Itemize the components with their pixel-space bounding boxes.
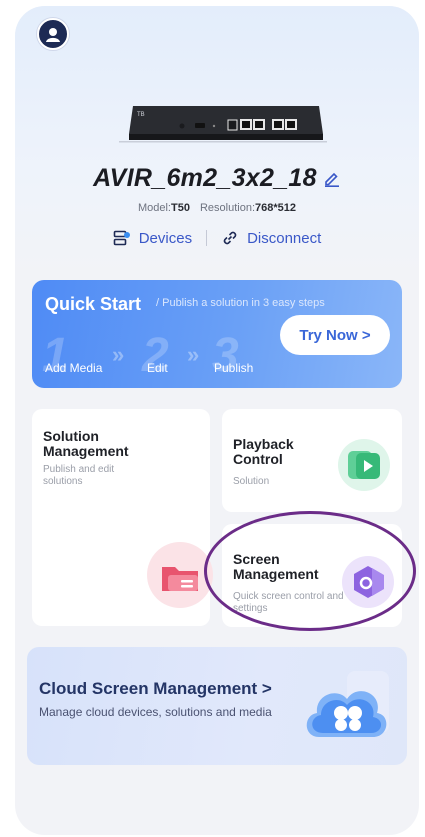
avatar[interactable] [37,18,69,50]
device-meta: Model:T50 Resolution:768*512 [15,202,419,214]
quick-start-title: Quick Start [45,294,142,314]
step-label: Add Media [45,361,103,375]
cloud-icon [306,671,389,737]
solution-management-card[interactable]: Solution Management Publish and edit sol… [32,409,213,626]
app-screen: TB AVIR_6m2_3x2_18 Model:T50 Resolution:7… [15,6,419,835]
folder-icon [147,542,213,608]
resolution-label: Resolution: [199,202,256,214]
card-title: Solution Management [43,428,129,459]
device-name: AVIR_6m2_3x2_18 [93,164,317,192]
play-icon [338,439,390,491]
card-subtitle: Quick screen control and settings [233,591,344,614]
link-icon [223,231,237,245]
actions-divider [206,230,208,246]
devices-label: Devices [138,229,193,247]
step-arrow-icon: » [187,342,200,367]
device-name-row: AVIR_6m2_3x2_18 [15,164,419,194]
card-title: Screen Management [233,551,319,582]
card-title: Playback Control [233,436,294,467]
card-subtitle: Publish and edit solutions [43,464,115,487]
disconnect-label: Disconnect [247,229,322,247]
device-actions: Devices Disconnect [15,229,419,247]
user-icon [46,28,60,42]
step-label: Publish [214,361,254,375]
model-label: Model: [137,202,171,214]
screen-management-card[interactable]: Screen Management Quick screen control a… [222,524,402,627]
quick-start-banner[interactable]: Quick Start / Publish a solution in 3 ea… [32,280,402,388]
cloud-title: Cloud Screen Management > [39,679,272,698]
cloud-subtitle: Manage cloud devices, solutions and medi… [39,705,272,719]
card-subtitle: Solution [233,476,270,487]
cloud-screen-management-card[interactable]: Cloud Screen Management > Manage cloud d… [27,647,407,765]
try-now-button[interactable]: Try Now > [280,315,390,355]
devices-button[interactable]: Devices [113,230,192,247]
step-arrow-icon: » [112,342,125,367]
resolution-value: 768*512 [255,202,297,214]
disconnect-button[interactable]: Disconnect [221,229,321,247]
step-label: Edit [147,361,168,375]
model-value: T50 [171,202,190,214]
playback-control-card[interactable]: Playback Control Solution [222,409,402,512]
devices-icon [113,230,130,246]
device-image: TB [119,106,327,143]
edit-name-button[interactable] [323,165,341,194]
quick-start-subtitle: / Publish a solution in 3 easy steps [156,297,325,309]
edit-icon [324,172,339,187]
hexagon-icon [342,556,394,608]
device-tag: TB [137,112,145,118]
